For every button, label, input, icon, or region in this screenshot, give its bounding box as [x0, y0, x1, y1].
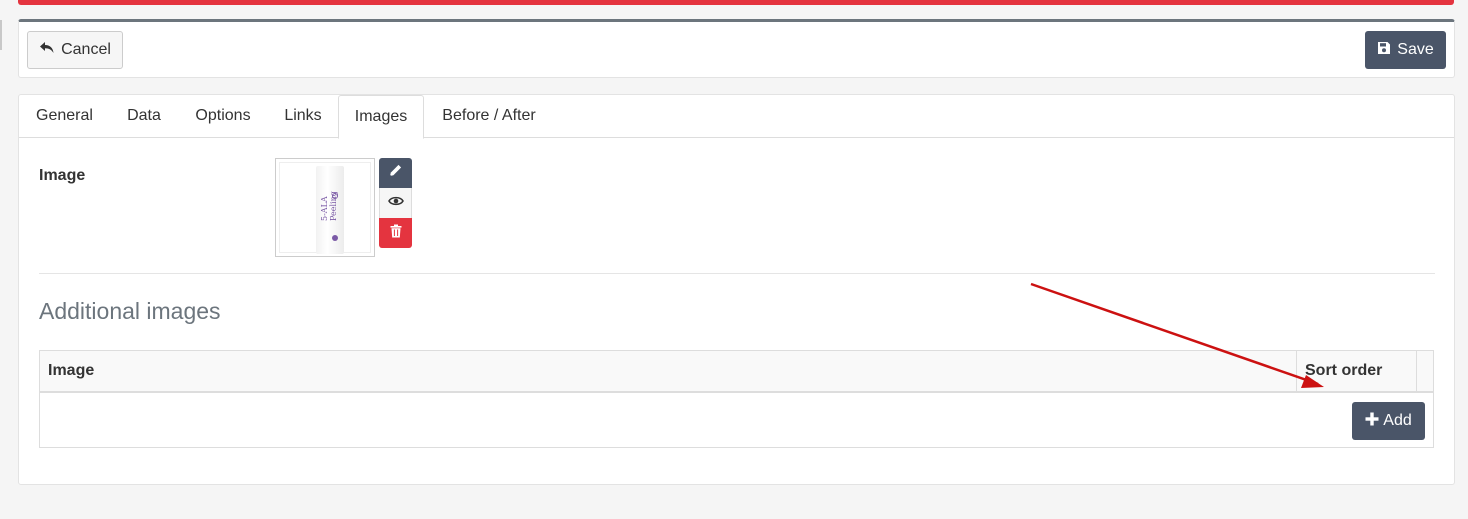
left-edge-marker: [0, 20, 2, 50]
tube-logo-mark: [332, 193, 338, 199]
undo-icon: [39, 41, 55, 60]
save-button[interactable]: Save: [1365, 31, 1446, 69]
section-divider: [39, 273, 1435, 274]
pencil-icon: [388, 163, 403, 183]
product-image-thumbnail[interactable]: 5-ALA Peeling: [275, 158, 375, 257]
column-header-image: Image: [48, 362, 95, 379]
tab-links[interactable]: Links: [268, 95, 338, 138]
delete-image-button[interactable]: [379, 218, 412, 248]
tab-options[interactable]: Options: [178, 95, 268, 138]
additional-images-heading: Additional images: [39, 298, 221, 324]
trash-icon: [390, 224, 402, 243]
eye-icon: [387, 194, 404, 212]
tab-bar: General Data Options Links Images Before…: [19, 95, 1454, 139]
image-field-label: Image: [39, 167, 86, 184]
table-header: Image Sort order: [40, 351, 1433, 393]
edit-image-button[interactable]: [379, 158, 412, 188]
tab-general[interactable]: General: [19, 95, 110, 138]
tube-dot-mark: [332, 235, 338, 241]
column-separator: [1296, 351, 1297, 391]
add-label: Add: [1383, 412, 1412, 429]
cancel-button[interactable]: Cancel: [27, 31, 123, 69]
product-tube-label: 5-ALA Peeling: [320, 191, 338, 221]
tab-before-after[interactable]: Before / After: [424, 95, 554, 138]
save-label: Save: [1397, 41, 1434, 58]
plus-icon: [1365, 412, 1379, 431]
additional-images-table: Image Sort order Add: [39, 350, 1434, 448]
floppy-disk-icon: [1377, 41, 1391, 60]
action-toolbar: Cancel Save: [18, 19, 1455, 78]
cancel-label: Cancel: [61, 41, 111, 58]
thumbnail-frame: 5-ALA Peeling: [279, 162, 371, 254]
column-header-sort-order: Sort order: [1305, 362, 1383, 379]
add-image-button[interactable]: Add: [1352, 402, 1425, 440]
column-separator: [1416, 351, 1417, 391]
top-accent-bar: [18, 0, 1454, 5]
tab-data[interactable]: Data: [110, 95, 178, 138]
product-form-panel: General Data Options Links Images Before…: [18, 94, 1455, 485]
view-image-button[interactable]: [379, 188, 412, 218]
tab-images[interactable]: Images: [338, 95, 424, 139]
